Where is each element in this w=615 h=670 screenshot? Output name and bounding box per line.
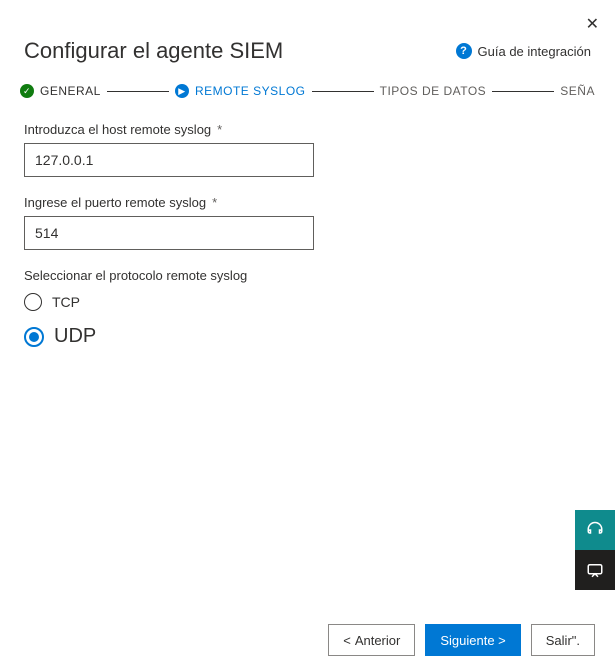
wizard-footer: < Anterior Siguiente > Salir". (328, 624, 595, 656)
step-connector (107, 91, 169, 92)
prev-label: Anterior (355, 633, 401, 648)
headset-widget[interactable] (575, 510, 615, 550)
side-widgets (575, 510, 615, 590)
port-label: Ingrese el puerto remote syslog* (24, 195, 591, 210)
current-step-icon: ▶ (175, 84, 189, 98)
radio-icon (24, 293, 42, 311)
step-general[interactable]: ✓ GENERAL (20, 84, 101, 98)
next-button[interactable]: Siguiente > (425, 624, 520, 656)
close-icon: ✕ (586, 16, 599, 33)
chat-icon (586, 561, 604, 579)
check-icon: ✓ (20, 84, 34, 98)
step-label: SEÑA (560, 84, 595, 98)
step-remote-syslog[interactable]: ▶ REMOTE SYSLOG (175, 84, 306, 98)
host-label: Introduzca el host remote syslog* (24, 122, 591, 137)
remote-syslog-form: Introduzca el host remote syslog* Ingres… (0, 122, 615, 348)
host-input[interactable] (24, 143, 314, 177)
guide-label: Guía de integración (478, 44, 591, 59)
port-input[interactable] (24, 216, 314, 250)
step-label: GENERAL (40, 84, 101, 98)
exit-label: Salir". (546, 633, 580, 648)
required-indicator: * (212, 195, 217, 210)
chevron-left-icon: < (343, 633, 351, 648)
step-data-types[interactable]: TIPOS DE DATOS (380, 84, 487, 98)
port-field: Ingrese el puerto remote syslog* (24, 195, 591, 250)
protocol-option-tcp[interactable]: TCP (24, 293, 591, 311)
required-indicator: * (217, 122, 222, 137)
next-label: Siguiente > (440, 633, 505, 648)
exit-button[interactable]: Salir". (531, 624, 595, 656)
radio-icon-selected (24, 327, 44, 347)
step-label: REMOTE SYSLOG (195, 84, 306, 98)
step-connector (492, 91, 554, 92)
radio-label: UDP (54, 325, 96, 348)
wizard-stepper: ✓ GENERAL ▶ REMOTE SYSLOG TIPOS DE DATOS… (0, 84, 615, 122)
headset-icon (586, 521, 604, 539)
help-icon: ? (456, 43, 472, 59)
step-label: TIPOS DE DATOS (380, 84, 487, 98)
step-token[interactable]: SEÑA (560, 84, 595, 98)
protocol-label: Seleccionar el protocolo remote syslog (24, 268, 591, 283)
dialog-header: Configurar el agente SIEM ? Guía de inte… (0, 0, 615, 84)
radio-dot-icon (29, 332, 39, 342)
step-connector (312, 91, 374, 92)
chat-widget[interactable] (575, 550, 615, 590)
previous-button[interactable]: < Anterior (328, 624, 415, 656)
protocol-field: Seleccionar el protocolo remote syslog T… (24, 268, 591, 348)
integration-guide-link[interactable]: ? Guía de integración (456, 43, 591, 59)
host-field: Introduzca el host remote syslog* (24, 122, 591, 177)
protocol-option-udp[interactable]: UDP (24, 325, 591, 348)
dialog-title: Configurar el agente SIEM (24, 38, 283, 64)
close-button[interactable]: ✕ (582, 10, 603, 38)
radio-label: TCP (52, 294, 80, 310)
